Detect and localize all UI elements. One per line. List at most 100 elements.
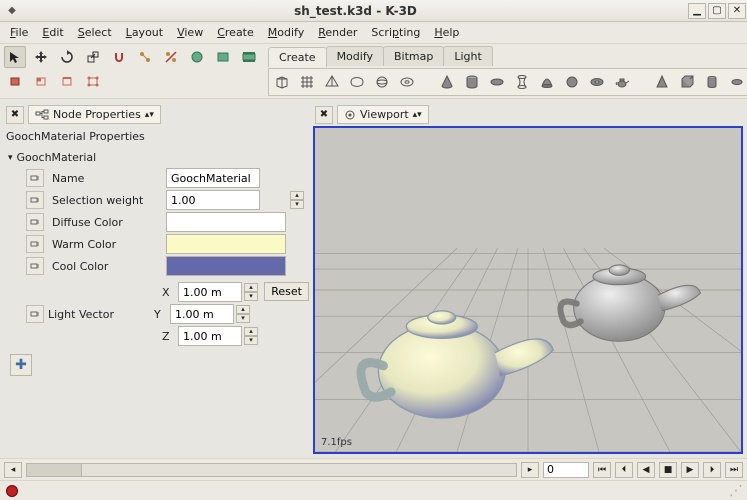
plug-warm[interactable] — [26, 235, 44, 253]
select-tool[interactable] — [4, 46, 26, 68]
viewport-scene — [315, 128, 741, 452]
menu-render[interactable]: Render — [312, 24, 363, 41]
shape-sphere2[interactable] — [371, 71, 393, 93]
shape-cylinder2[interactable] — [701, 71, 723, 93]
snap-tool[interactable] — [108, 46, 130, 68]
play-back-button[interactable]: ◀ — [637, 462, 655, 478]
time-bar: ◂ ▸ ⏮ ⏴ ◀ ■ ▶ ⏵ ⏭ — [0, 458, 747, 480]
shape-sphere[interactable] — [561, 71, 583, 93]
tab-light[interactable]: Light — [443, 46, 492, 66]
timeline-scrollbar[interactable] — [26, 463, 517, 477]
panel-type-combo[interactable]: Node Properties ▴▾ — [28, 105, 161, 124]
app-icon: ◆ — [4, 3, 20, 19]
shape-hyperboloid[interactable] — [511, 71, 533, 93]
pin-viewport-button[interactable]: ✖ — [315, 106, 333, 124]
viewport-panel: ✖ Viewport ▴▾ — [313, 103, 743, 454]
plug-lightvec[interactable] — [26, 305, 44, 323]
window-titlebar: ◆ sh_test.k3d - K-3D ▁ ▢ ✕ — [0, 0, 747, 22]
minimize-button[interactable]: ▁ — [688, 3, 706, 19]
menu-help[interactable]: Help — [428, 24, 465, 41]
record-indicator-icon[interactable] — [6, 485, 18, 497]
selweight-spinner[interactable]: ▴▾ — [290, 191, 314, 209]
shape-pyramid[interactable] — [321, 71, 343, 93]
vec-z-spinner[interactable]: ▴▾ — [244, 327, 262, 345]
tab-bitmap[interactable]: Bitmap — [383, 46, 444, 66]
menu-select[interactable]: Select — [72, 24, 118, 41]
unparent-tool[interactable] — [160, 46, 182, 68]
prop-name-input[interactable] — [166, 168, 260, 188]
plug-cool[interactable] — [26, 257, 44, 275]
viewport-3d[interactable]: 7.1fps — [313, 126, 743, 454]
menu-create[interactable]: Create — [211, 24, 260, 41]
shape-cone2[interactable] — [651, 71, 673, 93]
shape-cushion[interactable] — [346, 71, 368, 93]
selmode-vertex[interactable] — [82, 70, 104, 92]
move-tool[interactable] — [30, 46, 52, 68]
menu-modify[interactable]: Modify — [262, 24, 310, 41]
diffuse-color-swatch[interactable] — [166, 212, 286, 232]
timeline-right-button[interactable]: ▸ — [521, 462, 539, 478]
selmode-edge[interactable] — [56, 70, 78, 92]
shape-disk[interactable] — [486, 71, 508, 93]
play-button[interactable]: ▶ — [681, 462, 699, 478]
stop-button[interactable]: ■ — [659, 462, 677, 478]
pin-panel-button[interactable]: ✖ — [6, 106, 24, 124]
scale-tool[interactable] — [82, 46, 104, 68]
tree-item-goochmaterial[interactable]: ▾ GoochMaterial — [4, 149, 309, 166]
vec-x-input[interactable] — [178, 282, 242, 302]
rewind-button[interactable]: ⏮ — [593, 462, 611, 478]
shape-torus2[interactable] — [396, 71, 418, 93]
next-frame-button[interactable]: ⏵ — [703, 462, 721, 478]
shape-cone[interactable] — [436, 71, 458, 93]
add-property-button[interactable]: ✚ — [10, 354, 32, 376]
menu-scripting[interactable]: Scripting — [365, 24, 426, 41]
plug-name[interactable] — [26, 169, 44, 187]
render-anim-tool[interactable] — [238, 46, 260, 68]
prop-selweight-input[interactable] — [166, 190, 260, 210]
vec-z-input[interactable] — [178, 326, 242, 346]
warm-color-swatch[interactable] — [166, 234, 286, 254]
shape-paraboloid[interactable] — [536, 71, 558, 93]
render-preview-tool[interactable] — [186, 46, 208, 68]
menu-layout[interactable]: Layout — [120, 24, 169, 41]
vec-y-spinner[interactable]: ▴▾ — [236, 305, 254, 323]
toolbar-right: Create Modify Bitmap Light — [268, 46, 747, 96]
prop-lightvec-label: Light Vector — [48, 308, 154, 321]
vec-x-spinner[interactable]: ▴▾ — [244, 283, 262, 301]
shape-disk2[interactable] — [726, 71, 747, 93]
frame-field[interactable] — [543, 462, 589, 478]
node-icon — [35, 109, 49, 121]
shape-grid[interactable] — [296, 71, 318, 93]
parent-tool[interactable] — [134, 46, 156, 68]
shape-cylinder[interactable] — [461, 71, 483, 93]
create-tabs: Create Modify Bitmap Light — [268, 46, 747, 66]
vec-y-input[interactable] — [170, 304, 234, 324]
menu-view[interactable]: View — [171, 24, 209, 41]
shape-cube[interactable] — [271, 71, 293, 93]
shape-cube2[interactable] — [676, 71, 698, 93]
menu-edit[interactable]: Edit — [36, 24, 69, 41]
shape-teapot[interactable] — [611, 71, 633, 93]
panel-type-label: Node Properties — [53, 108, 141, 121]
plug-selweight[interactable] — [26, 191, 44, 209]
tree-item-label: GoochMaterial — [17, 151, 97, 164]
tab-create[interactable]: Create — [268, 47, 327, 67]
reset-button[interactable]: Reset — [264, 282, 309, 301]
resize-grip-icon[interactable]: ⋰ — [729, 483, 741, 499]
tab-modify[interactable]: Modify — [326, 46, 384, 66]
render-frame-tool[interactable] — [212, 46, 234, 68]
maximize-button[interactable]: ▢ — [708, 3, 726, 19]
prev-frame-button[interactable]: ⏴ — [615, 462, 633, 478]
fast-forward-button[interactable]: ⏭ — [725, 462, 743, 478]
viewport-combo[interactable]: Viewport ▴▾ — [337, 105, 429, 124]
rotate-tool[interactable] — [56, 46, 78, 68]
timeline-left-button[interactable]: ◂ — [4, 462, 22, 478]
menu-file[interactable]: File — [4, 24, 34, 41]
cool-color-swatch[interactable] — [166, 256, 286, 276]
shape-torus[interactable] — [586, 71, 608, 93]
close-button[interactable]: ✕ — [728, 3, 746, 19]
plug-diffuse[interactable] — [26, 213, 44, 231]
toolbar-area: Create Modify Bitmap Light — [0, 44, 747, 99]
selmode-face[interactable] — [30, 70, 52, 92]
selmode-object[interactable] — [4, 70, 26, 92]
